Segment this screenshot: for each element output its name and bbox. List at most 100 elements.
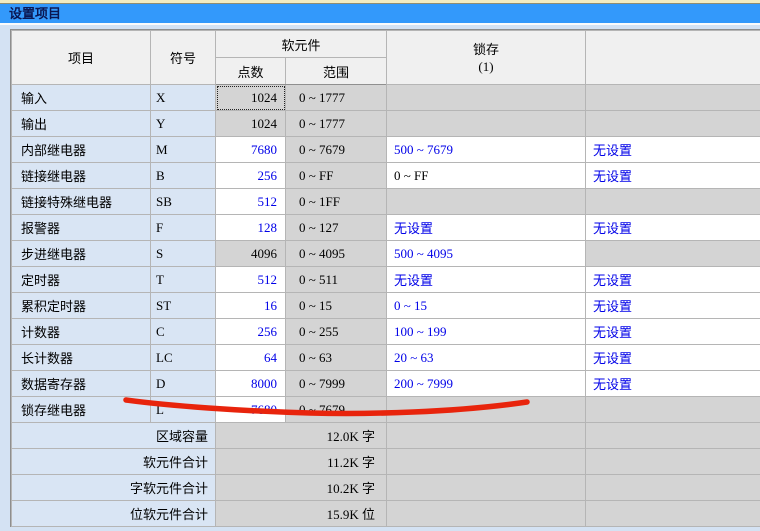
cell-item: 内部继电器 [12,137,151,163]
cell-points[interactable]: 512 [216,189,286,215]
cell-points[interactable]: 7680 [216,137,286,163]
cell-symbol: M [151,137,216,163]
summary-latch-1 [387,501,586,527]
cell-range: 0 ~ 15 [286,293,387,319]
cell-points[interactable]: 7680 [216,397,286,423]
cell-points[interactable]: 256 [216,163,286,189]
cell-latch-1[interactable]: 500 ~ 7679 [387,137,586,163]
cell-symbol: B [151,163,216,189]
cell-latch-2[interactable]: 无设置 [586,345,760,371]
cell-symbol: D [151,371,216,397]
cell-item: 累积定时器 [12,293,151,319]
col-header-latch: 锁存 (1) [387,31,586,85]
cell-latch-1[interactable]: 500 ~ 4095 [387,241,586,267]
table-header: 项目 符号 软元件 锁存 (1) 点数 范围 [12,31,760,85]
table-row: 累积定时器ST160 ~ 150 ~ 15无设置 [12,293,760,319]
summary-label: 区域容量 [12,423,216,449]
cell-range: 0 ~ 1777 [286,111,387,137]
cell-latch-2 [586,111,760,137]
cell-range: 0 ~ 127 [286,215,387,241]
dialog-title: 设置项目 [0,4,760,25]
summary-value: 12.0K 字 [216,423,387,449]
device-settings-table-wrap: 项目 符号 软元件 锁存 (1) 点数 范围 输入X10240 ~ 1777输出… [10,29,760,527]
summary-value: 10.2K 字 [216,475,387,501]
cell-latch-2 [586,189,760,215]
cell-latch-1[interactable]: 0 ~ 15 [387,293,586,319]
cell-points[interactable]: 64 [216,345,286,371]
latch-header-line2: (1) [393,59,579,75]
cell-points[interactable]: 512 [216,267,286,293]
summary-label: 位软元件合计 [12,501,216,527]
summary-latch-2 [586,423,760,449]
cell-symbol: SB [151,189,216,215]
cell-points[interactable]: 256 [216,319,286,345]
cell-symbol: T [151,267,216,293]
cell-latch-1[interactable]: 0 ~ FF [387,163,586,189]
col-header-extra [586,31,760,85]
cell-latch-2[interactable]: 无设置 [586,137,760,163]
col-header-item: 项目 [12,31,151,85]
cell-item: 报警器 [12,215,151,241]
cell-symbol: S [151,241,216,267]
cell-points[interactable]: 128 [216,215,286,241]
summary-latch-1 [387,475,586,501]
cell-points[interactable]: 1024 [216,111,286,137]
cell-points[interactable]: 1024 [216,85,286,111]
summary-value: 11.2K 字 [216,449,387,475]
table-row: 输入X10240 ~ 1777 [12,85,760,111]
summary-latch-2 [586,501,760,527]
device-settings-table: 项目 符号 软元件 锁存 (1) 点数 范围 输入X10240 ~ 1777输出… [11,30,760,527]
cell-item: 步进继电器 [12,241,151,267]
cell-symbol: X [151,85,216,111]
cell-points[interactable]: 8000 [216,371,286,397]
cell-item: 链接继电器 [12,163,151,189]
cell-range: 0 ~ 7999 [286,371,387,397]
table-row: 定时器T5120 ~ 511无设置无设置 [12,267,760,293]
cell-latch-1[interactable]: 200 ~ 7999 [387,371,586,397]
table-row: 长计数器LC640 ~ 6320 ~ 63无设置 [12,345,760,371]
cell-item: 输出 [12,111,151,137]
summary-latch-1 [387,449,586,475]
cell-item: 长计数器 [12,345,151,371]
cell-latch-1[interactable]: 无设置 [387,215,586,241]
cell-symbol: LC [151,345,216,371]
summary-latch-1 [387,423,586,449]
cell-latch-2 [586,85,760,111]
cell-latch-1[interactable]: 无设置 [387,267,586,293]
cell-range: 0 ~ FF [286,163,387,189]
settings-dialog: 设置项目 项目 符号 软元件 锁存 (1) 点数 [0,0,760,531]
cell-latch-2[interactable]: 无设置 [586,293,760,319]
cell-symbol: F [151,215,216,241]
col-header-range: 范围 [286,58,387,85]
cell-latch-2[interactable]: 无设置 [586,215,760,241]
summary-row: 软元件合计11.2K 字 [12,449,760,475]
table-row: 计数器C2560 ~ 255100 ~ 199无设置 [12,319,760,345]
cell-range: 0 ~ 63 [286,345,387,371]
table-row: 内部继电器M76800 ~ 7679500 ~ 7679无设置 [12,137,760,163]
cell-latch-2[interactable]: 无设置 [586,319,760,345]
cell-latch-2 [586,397,760,423]
table-row: 报警器F1280 ~ 127无设置无设置 [12,215,760,241]
summary-label: 软元件合计 [12,449,216,475]
cell-item: 数据寄存器 [12,371,151,397]
col-header-symbol: 符号 [151,31,216,85]
cell-latch-1[interactable]: 100 ~ 199 [387,319,586,345]
col-header-points: 点数 [216,58,286,85]
cell-range: 0 ~ 7679 [286,397,387,423]
cell-range: 0 ~ 511 [286,267,387,293]
col-header-device: 软元件 [216,31,387,58]
cell-symbol: ST [151,293,216,319]
cell-latch-1 [387,397,586,423]
cell-latch-2[interactable]: 无设置 [586,163,760,189]
cell-latch-2[interactable]: 无设置 [586,371,760,397]
summary-row: 字软元件合计10.2K 字 [12,475,760,501]
cell-latch-1[interactable]: 20 ~ 63 [387,345,586,371]
summary-latch-2 [586,475,760,501]
cell-points[interactable]: 16 [216,293,286,319]
cell-latch-2[interactable]: 无设置 [586,267,760,293]
summary-latch-2 [586,449,760,475]
table-row: 链接继电器B2560 ~ FF0 ~ FF无设置 [12,163,760,189]
table-row: 数据寄存器D80000 ~ 7999200 ~ 7999无设置 [12,371,760,397]
cell-points[interactable]: 4096 [216,241,286,267]
cell-latch-1 [387,111,586,137]
